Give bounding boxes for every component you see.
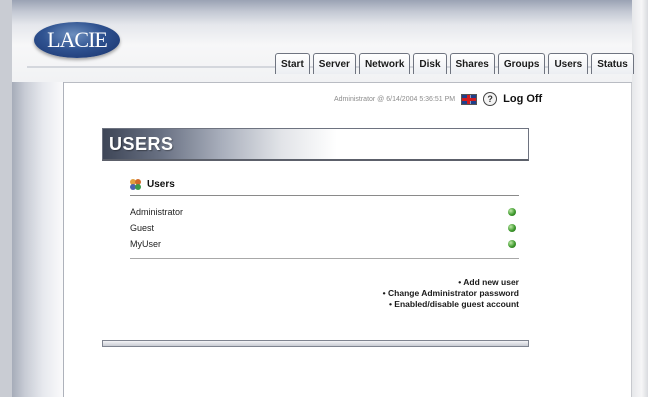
- users-heading: Users: [147, 178, 175, 190]
- change-admin-password-link[interactable]: • Change Administrator password: [130, 288, 519, 299]
- content-bottom-bar: [102, 340, 529, 347]
- tab-shares[interactable]: Shares: [449, 53, 495, 74]
- tab-start[interactable]: Start: [275, 53, 310, 74]
- app-header: LACIE Start Server Network Disk Shares G…: [12, 0, 634, 83]
- tab-users[interactable]: Users: [548, 53, 589, 74]
- logo-text: LACIE: [47, 27, 108, 52]
- uk-flag-icon[interactable]: [461, 93, 478, 105]
- tab-status[interactable]: Status: [591, 53, 634, 74]
- main-tabs: Start Server Network Disk Shares Groups …: [275, 53, 634, 75]
- users-panel-header: Users: [130, 176, 519, 192]
- tab-groups[interactable]: Groups: [497, 53, 546, 74]
- toggle-guest-account-link[interactable]: • Enabled/disable guest account: [130, 299, 519, 310]
- user-row[interactable]: Administrator: [130, 204, 519, 220]
- tab-network[interactable]: Network: [358, 53, 411, 74]
- page-title: USERS: [109, 134, 174, 154]
- user-name[interactable]: Guest: [130, 223, 154, 233]
- window-frame-left: [0, 0, 12, 397]
- session-info: Administrator @ 6/14/2004 5:36:51 PM ? L…: [334, 89, 542, 109]
- page-title-banner: USERS: [102, 128, 529, 161]
- left-decor-bar: [12, 82, 64, 397]
- user-row[interactable]: MyUser: [130, 236, 519, 252]
- tab-server[interactable]: Server: [312, 53, 356, 74]
- users-panel: Users Administrator Guest MyUser • Add n…: [130, 176, 519, 310]
- user-name[interactable]: MyUser: [130, 239, 161, 249]
- user-actions: • Add new user • Change Administrator pa…: [130, 277, 519, 310]
- status-ok-icon: [508, 224, 516, 232]
- add-user-link[interactable]: • Add new user: [130, 277, 519, 288]
- lacie-logo: LACIE: [34, 22, 120, 58]
- panel-divider: [130, 195, 519, 196]
- user-row[interactable]: Guest: [130, 220, 519, 236]
- user-name[interactable]: Administrator: [130, 207, 183, 217]
- users-icon: [130, 178, 143, 190]
- admin-session-text: Administrator @ 6/14/2004 5:36:51 PM: [334, 95, 456, 103]
- status-ok-icon: [508, 208, 516, 216]
- user-list: Administrator Guest MyUser: [130, 204, 519, 252]
- logoff-link[interactable]: Log Off: [503, 93, 542, 105]
- tab-disk[interactable]: Disk: [413, 53, 447, 74]
- status-ok-icon: [508, 240, 516, 248]
- help-icon[interactable]: ?: [483, 92, 498, 106]
- list-divider: [130, 258, 519, 259]
